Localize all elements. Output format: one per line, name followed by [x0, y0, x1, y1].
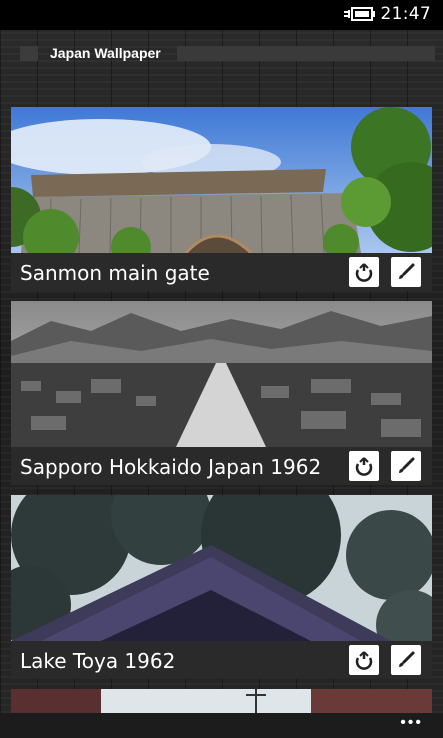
phone-screen: 21:47 Japan Wallpaper Sanmon main gate S…: [0, 0, 443, 738]
share-icon: [355, 651, 373, 670]
app-header: Japan Wallpaper: [12, 40, 435, 68]
wallpaper-card[interactable]: [11, 689, 432, 713]
wallpaper-card[interactable]: Lake Toya 1962: [11, 495, 432, 679]
share-icon: [355, 457, 373, 476]
set-wallpaper-button[interactable]: [391, 257, 421, 287]
wallpaper-card[interactable]: Sanmon main gate: [11, 107, 432, 291]
more-options-button[interactable]: •••: [400, 715, 423, 731]
set-wallpaper-button[interactable]: [391, 451, 421, 481]
header-decoration-bar: [177, 46, 435, 61]
card-footer: Lake Toya 1962: [11, 641, 432, 679]
paintbrush-icon: [399, 263, 415, 279]
app-title: Japan Wallpaper: [50, 45, 161, 61]
wallpaper-image[interactable]: [11, 301, 432, 447]
set-wallpaper-button[interactable]: [391, 645, 421, 675]
card-footer: Sanmon main gate: [11, 253, 432, 291]
wallpaper-card[interactable]: Sapporo Hokkaido Japan 1962: [11, 301, 432, 485]
app-logo-icon: [20, 46, 38, 61]
share-button[interactable]: [349, 257, 379, 287]
battery-charging-icon: [344, 7, 375, 21]
wallpaper-image[interactable]: [11, 689, 432, 713]
wallpaper-title: Lake Toya 1962: [20, 649, 176, 673]
share-icon: [355, 263, 373, 282]
wallpaper-title: Sanmon main gate: [20, 261, 210, 285]
paintbrush-icon: [399, 651, 415, 667]
card-footer: Sapporo Hokkaido Japan 1962: [11, 447, 432, 485]
share-button[interactable]: [349, 451, 379, 481]
clock: 21:47: [380, 4, 431, 24]
share-button[interactable]: [349, 645, 379, 675]
status-bar: 21:47: [0, 0, 443, 30]
wallpaper-image[interactable]: [11, 495, 432, 641]
wallpaper-title: Sapporo Hokkaido Japan 1962: [20, 455, 322, 479]
paintbrush-icon: [399, 457, 415, 473]
app-bar: •••: [0, 713, 443, 738]
wallpaper-image[interactable]: [11, 107, 432, 253]
